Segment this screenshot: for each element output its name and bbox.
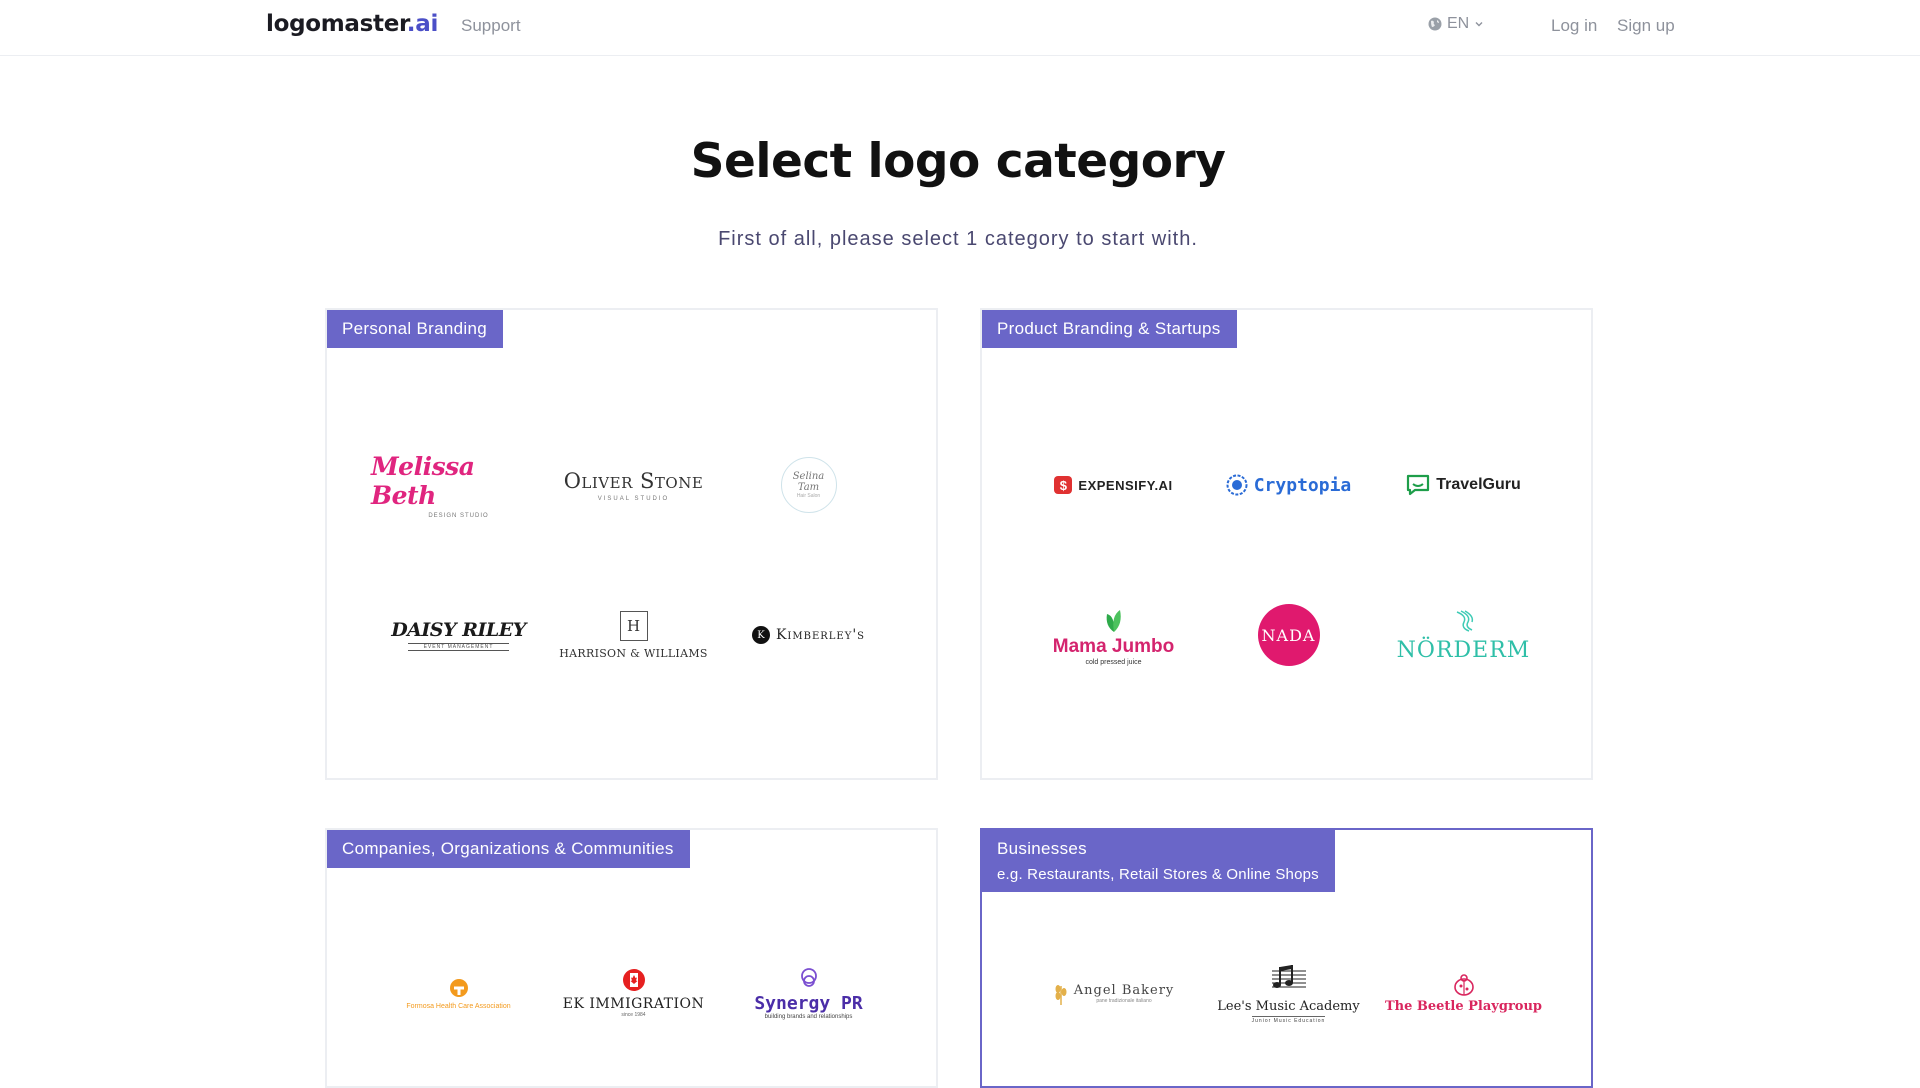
wave-icon bbox=[1456, 609, 1473, 632]
logo-travelguru: TravelGuru bbox=[1376, 410, 1551, 560]
logo-selina-tam: Selina Tam Hair Salon bbox=[721, 410, 896, 560]
logo-name: Melissa Beth bbox=[371, 451, 475, 510]
logo-mark: H bbox=[619, 610, 648, 641]
logo-preview-grid: Angel Bakery pane tradizionale italiano … bbox=[1026, 918, 1551, 1068]
top-navbar: logomaster.ai Support EN Log in Sign up bbox=[0, 0, 1920, 56]
logo-kimberleys: K Kimberley's bbox=[721, 560, 896, 710]
logo-subtext: pane tradizionale italiano bbox=[1096, 997, 1152, 1004]
logo-name: Kimberley's bbox=[775, 627, 866, 643]
chat-icon bbox=[1407, 474, 1430, 496]
category-card-companies[interactable]: Companies, Organizations & Communities F… bbox=[325, 828, 938, 1088]
logo-ek-immigration: EK IMMIGRATION since 1984 bbox=[546, 918, 721, 1068]
category-label: Companies, Organizations & Communities bbox=[327, 830, 690, 868]
logo-daisy-riley: DAISY RILEY EVENT MANAGEMENT bbox=[371, 560, 546, 710]
logo-name: Selina Tam bbox=[792, 471, 825, 493]
maple-leaf-icon bbox=[622, 969, 645, 991]
logo-name: HARRISON & WILLIAMS bbox=[559, 646, 708, 660]
logo-harrison-williams: H HARRISON & WILLIAMS bbox=[546, 560, 721, 710]
category-label: Personal Branding bbox=[327, 310, 503, 348]
login-link[interactable]: Log in bbox=[1551, 16, 1597, 36]
logo-lees-music: Lee's Music Academy Junior Music Educati… bbox=[1201, 918, 1376, 1068]
chevron-down-icon bbox=[1475, 22, 1483, 27]
logo-formosa: Formosa Health Care Association bbox=[371, 918, 546, 1068]
logo-subtext: DESIGN STUDIO bbox=[428, 512, 489, 519]
language-label: EN bbox=[1447, 15, 1470, 32]
category-label-text: Product Branding & Startups bbox=[997, 319, 1221, 338]
category-label: Businesses e.g. Restaurants, Retail Stor… bbox=[982, 830, 1335, 892]
category-card-product-branding[interactable]: Product Branding & Startups $ EXPENSIFY.… bbox=[980, 308, 1593, 780]
logo-preview-grid: Formosa Health Care Association EK IMMIG… bbox=[371, 918, 896, 1068]
logo-subtext: Hair Salon bbox=[796, 493, 821, 499]
category-card-businesses[interactable]: Businesses e.g. Restaurants, Retail Stor… bbox=[980, 828, 1593, 1088]
logo-mark: K bbox=[751, 626, 770, 644]
logo-name: NADA bbox=[1261, 625, 1316, 645]
heart-care-icon bbox=[449, 978, 468, 997]
logo-subtext: cold pressed juice bbox=[1085, 659, 1142, 666]
logo-melissa-beth: Melissa Beth DESIGN STUDIO bbox=[371, 410, 546, 560]
logo-name: Synergy PR bbox=[754, 992, 863, 1014]
logo-expensify: $ EXPENSIFY.AI bbox=[1026, 410, 1201, 560]
support-link[interactable]: Support bbox=[461, 16, 521, 36]
dollar-icon: $ bbox=[1054, 476, 1073, 494]
language-selector[interactable]: EN bbox=[1428, 15, 1484, 33]
category-label: Product Branding & Startups bbox=[982, 310, 1237, 348]
logo-name: Mama Jumbo bbox=[1052, 636, 1175, 657]
logo-nada: NADA bbox=[1201, 560, 1376, 710]
coin-icon bbox=[1226, 474, 1248, 496]
logo-cryptopia: Cryptopia bbox=[1201, 410, 1376, 560]
logo-name: Lee's Music Academy bbox=[1217, 998, 1360, 1014]
logo-subtext: Junior Music Education bbox=[1251, 1015, 1326, 1024]
category-card-personal-branding[interactable]: Personal Branding Melissa Beth DESIGN ST… bbox=[325, 308, 938, 780]
logo-name: Oliver Stone bbox=[563, 468, 704, 493]
logo-name: Angel Bakery bbox=[1073, 982, 1175, 998]
logo-circle-badge: Selina Tam Hair Salon bbox=[780, 457, 837, 513]
category-label-text: Personal Branding bbox=[342, 319, 487, 338]
logo-name: EK IMMIGRATION bbox=[562, 996, 705, 1012]
logo-name: The Beetle Playgroup bbox=[1384, 998, 1543, 1014]
page-title: Select logo category bbox=[690, 134, 1226, 189]
logo-norderm: NÖRDERM bbox=[1376, 560, 1551, 710]
logo-angel-bakery: Angel Bakery pane tradizionale italiano bbox=[1026, 918, 1201, 1068]
brand-name: logomaster bbox=[266, 11, 407, 37]
beetle-icon bbox=[1453, 973, 1474, 996]
logo-brand[interactable]: logomaster.ai bbox=[266, 11, 438, 37]
logo-subtext: EVENT MANAGEMENT bbox=[407, 643, 510, 651]
logo-name: Formosa Health Care Association bbox=[406, 1002, 511, 1010]
logo-beetle-playgroup: The Beetle Playgroup bbox=[1376, 918, 1551, 1068]
leaf-icon bbox=[1106, 610, 1121, 632]
brand-tld: .ai bbox=[406, 11, 439, 37]
wheat-icon bbox=[1055, 985, 1067, 1005]
logo-name: TravelGuru bbox=[1436, 476, 1521, 493]
logo-name: DAISY RILEY bbox=[391, 619, 526, 641]
logo-preview-grid: Melissa Beth DESIGN STUDIO Oliver Stone … bbox=[371, 410, 896, 710]
logo-subtext: since 1984 bbox=[621, 1012, 646, 1018]
logo-circle-badge: NADA bbox=[1257, 604, 1320, 666]
logo-synergy-pr: Synergy PR building brands and relations… bbox=[721, 918, 896, 1068]
logo-name: Cryptopia bbox=[1253, 474, 1352, 496]
category-label-text: Businesses bbox=[997, 839, 1087, 858]
logo-oliver-stone: Oliver Stone VISUAL STUDIO bbox=[546, 410, 721, 560]
logo-subtext: building brands and relationships bbox=[764, 1013, 853, 1020]
globe-icon bbox=[1428, 17, 1442, 31]
logo-name: NÖRDERM bbox=[1396, 637, 1531, 663]
logo-subtext: VISUAL STUDIO bbox=[597, 495, 670, 502]
rings-icon bbox=[800, 967, 817, 987]
signup-link[interactable]: Sign up bbox=[1617, 16, 1675, 36]
page-subtitle: First of all, please select 1 category t… bbox=[718, 228, 1198, 250]
music-notes-icon bbox=[1271, 964, 1306, 988]
category-label-text: Companies, Organizations & Communities bbox=[342, 839, 674, 858]
logo-mama-jumbo: Mama Jumbo cold pressed juice bbox=[1026, 560, 1201, 710]
logo-preview-grid: $ EXPENSIFY.AI Cryptopia TravelGuru Mama… bbox=[1026, 410, 1551, 710]
logo-name: EXPENSIFY.AI bbox=[1078, 477, 1173, 493]
category-sublabel: e.g. Restaurants, Retail Stores & Online… bbox=[997, 866, 1319, 883]
